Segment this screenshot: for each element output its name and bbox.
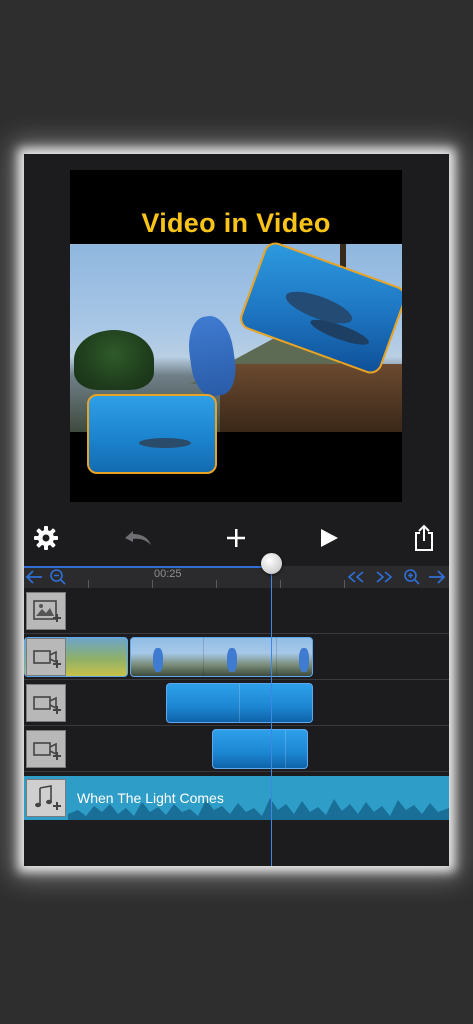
add-video-icon[interactable]	[26, 638, 66, 676]
video-track-2[interactable]	[24, 680, 449, 726]
zoom-out-icon[interactable]	[48, 567, 68, 587]
video-track-3[interactable]	[24, 726, 449, 772]
playhead[interactable]	[271, 564, 272, 866]
video-clip[interactable]	[212, 729, 308, 769]
plus-icon[interactable]	[218, 522, 254, 554]
overlay-video-small[interactable]	[87, 394, 217, 474]
audio-track[interactable]: When The Light Comes	[24, 776, 449, 820]
share-icon[interactable]	[406, 522, 442, 554]
preview-title: Video in Video	[141, 208, 331, 238]
toolbar	[24, 518, 449, 558]
playhead-handle[interactable]	[261, 553, 282, 574]
video-preview[interactable]: Video in Video	[70, 170, 402, 502]
audio-title: When The Light Comes	[77, 790, 224, 806]
zoom-in-icon[interactable]	[402, 567, 422, 587]
gear-icon[interactable]	[28, 522, 64, 554]
add-image-icon[interactable]	[26, 592, 66, 630]
undo-icon[interactable]	[120, 522, 156, 554]
app-window: Video in Video 00:25 When The Light Come…	[24, 154, 449, 866]
arrow-right-icon[interactable]	[427, 567, 447, 587]
arrow-left-icon[interactable]	[24, 567, 44, 587]
image-track[interactable]	[24, 588, 449, 634]
video-track-1[interactable]	[24, 634, 449, 680]
timeline-tracks: When The Light Comes	[24, 588, 449, 866]
timecode-label: 00:25	[154, 568, 182, 580]
video-clip[interactable]	[130, 637, 313, 677]
video-clip[interactable]	[166, 683, 313, 723]
fast-forward-icon[interactable]	[374, 567, 394, 587]
timeline-ruler[interactable]: 00:25	[24, 566, 449, 588]
add-video-icon[interactable]	[26, 684, 66, 722]
play-icon[interactable]	[311, 522, 347, 554]
add-music-icon[interactable]	[26, 779, 66, 817]
add-video-icon[interactable]	[26, 730, 66, 768]
rewind-icon[interactable]	[346, 567, 366, 587]
